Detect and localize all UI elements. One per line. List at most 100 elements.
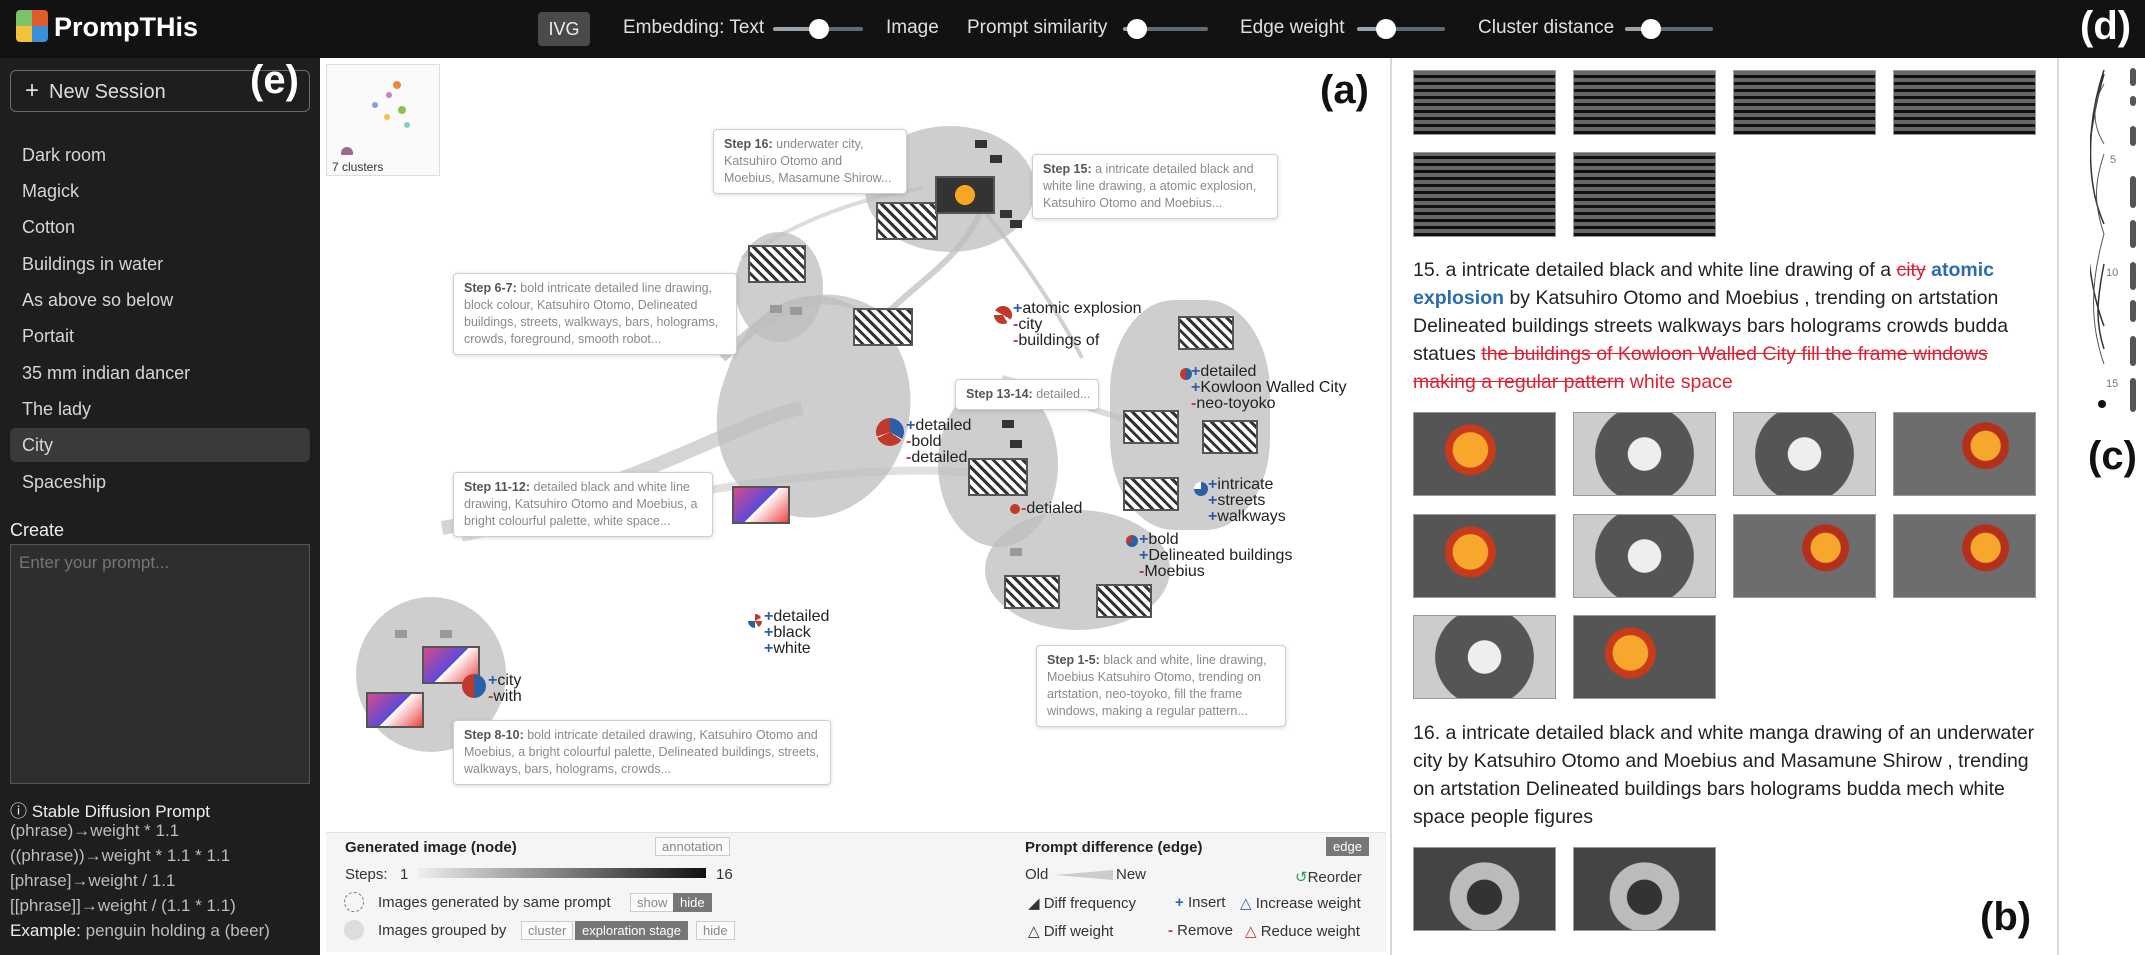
timeline-step-bar[interactable] [2130, 300, 2136, 322]
image-node-small[interactable] [770, 305, 782, 313]
image-node[interactable] [853, 308, 913, 346]
session-item[interactable]: The lady [10, 392, 310, 426]
generated-image[interactable] [1573, 412, 1716, 496]
image-node-small[interactable] [1000, 210, 1012, 218]
diff-phrase: walkways [1217, 508, 1286, 525]
image-node-small[interactable] [395, 630, 407, 638]
generated-image[interactable] [1573, 847, 1716, 931]
image-node-small[interactable] [975, 140, 987, 148]
generated-image[interactable] [1733, 412, 1876, 496]
old-label: Old [1025, 866, 1049, 883]
generated-image[interactable] [1733, 514, 1876, 598]
group-stage-option[interactable]: exploration stage [575, 921, 689, 940]
image-node[interactable] [1004, 575, 1060, 609]
embedding-label: Embedding: Text [623, 17, 765, 38]
prompt-input[interactable] [10, 544, 310, 784]
generated-image[interactable] [1573, 615, 1716, 699]
image-node-small[interactable] [440, 630, 452, 638]
ivg-button[interactable]: IVG [538, 12, 590, 46]
generated-image[interactable] [1733, 70, 1876, 135]
image-node-small[interactable] [1010, 548, 1022, 556]
timeline-step-bar[interactable] [2130, 262, 2136, 290]
diff-phrase: Delineated buildings [1148, 547, 1293, 564]
step-annotation[interactable]: Step 1-5: black and white, line drawing,… [1036, 645, 1286, 727]
image-node-small[interactable] [1010, 440, 1022, 448]
session-item[interactable]: Magick [10, 174, 310, 208]
image-node[interactable] [968, 458, 1028, 496]
image-node[interactable] [732, 486, 790, 524]
image-node[interactable] [1178, 316, 1234, 350]
prompt-similarity-slider[interactable] [1123, 19, 1208, 39]
edge-diff-pie[interactable] [876, 418, 904, 446]
generated-image[interactable] [1413, 847, 1556, 931]
generated-image[interactable] [1893, 412, 2036, 496]
group-hide-option[interactable]: hide [696, 921, 735, 940]
generated-image[interactable] [1573, 152, 1716, 237]
session-item[interactable]: Dark room [10, 138, 310, 172]
annotation-toggle[interactable]: annotation [655, 837, 730, 856]
edge-diff-pie[interactable] [1010, 504, 1020, 514]
session-item[interactable]: Cotton [10, 210, 310, 244]
generated-image[interactable] [1573, 70, 1716, 135]
generated-image[interactable] [1893, 514, 2036, 598]
edge-diff-pie[interactable] [1126, 535, 1138, 547]
step-annotation[interactable]: Step 8-10: bold intricate detailed drawi… [453, 720, 831, 785]
image-node-small[interactable] [790, 307, 802, 315]
timeline-step-bar[interactable] [2130, 96, 2136, 106]
embedding-slider[interactable] [773, 19, 863, 39]
timeline-current-dot[interactable] [2098, 400, 2106, 408]
image-node[interactable] [935, 176, 995, 214]
edge-weight-slider[interactable] [1357, 19, 1445, 39]
edge-diff-pie[interactable] [748, 614, 762, 628]
session-item-active[interactable]: City [10, 428, 310, 462]
image-node[interactable] [1123, 477, 1179, 511]
same-prompt-hide[interactable]: hide [673, 893, 712, 912]
generated-image[interactable] [1413, 615, 1556, 699]
timeline-step-bar[interactable] [2130, 336, 2136, 366]
edge-diff-pie[interactable] [1194, 482, 1208, 496]
cluster-distance-slider[interactable] [1625, 19, 1713, 39]
step-annotation[interactable]: Step 11-12: detailed black and white lin… [453, 472, 713, 537]
step-annotation[interactable]: Step 13-14: detailed... [955, 379, 1099, 410]
group-cluster-option[interactable]: cluster [521, 921, 574, 940]
timeline-step-bar[interactable] [2130, 220, 2136, 248]
diff-phrase: white [773, 640, 811, 657]
session-item[interactable]: As above so below [10, 283, 310, 317]
session-item[interactable]: Portait [10, 319, 310, 353]
diff-phrase: detailed [911, 449, 968, 466]
timeline-step-bar[interactable] [2130, 378, 2136, 412]
timeline-step-bar[interactable] [2130, 126, 2136, 146]
step-annotation[interactable]: Step 6-7: bold intricate detailed line d… [453, 273, 737, 355]
generated-image[interactable] [1413, 152, 1556, 237]
generated-image[interactable] [1413, 514, 1556, 598]
edge-diff-pie[interactable] [994, 306, 1012, 324]
generated-image[interactable] [1413, 412, 1556, 496]
timeline-step-bar[interactable] [2130, 68, 2136, 86]
image-node-small[interactable] [1010, 220, 1022, 228]
image-node-small[interactable] [990, 155, 1002, 163]
image-node[interactable] [876, 202, 938, 240]
step-annotation[interactable]: Step 16: underwater city, Katsuhiro Otom… [713, 129, 907, 194]
generated-image[interactable] [1413, 70, 1556, 135]
generated-image[interactable] [1573, 514, 1716, 598]
removed-phrase: city [1896, 259, 1926, 281]
help-line: (phrase)→weight * 1.1 [10, 821, 180, 840]
session-item[interactable]: Spaceship [10, 465, 310, 499]
image-node[interactable] [748, 245, 806, 283]
edge-toggle[interactable]: edge [1326, 837, 1369, 856]
diff-phrase: black [773, 624, 811, 641]
generated-image[interactable] [1893, 70, 2036, 135]
step-annotation[interactable]: Step 15: a intricate detailed black and … [1032, 154, 1278, 219]
session-item[interactable]: 35 mm indian dancer [10, 356, 310, 390]
image-node-small[interactable] [1002, 420, 1014, 428]
panel-label-d: (d) [2080, 4, 2132, 48]
image-node[interactable] [1202, 420, 1258, 454]
image-label: Image [886, 17, 939, 38]
timeline-step-bar[interactable] [2130, 176, 2136, 208]
edge-diff-pie[interactable] [462, 674, 486, 698]
session-item[interactable]: Buildings in water [10, 247, 310, 281]
image-node[interactable] [366, 692, 424, 728]
image-node[interactable] [1096, 584, 1152, 618]
image-node[interactable] [1123, 410, 1179, 444]
same-prompt-show[interactable]: show [630, 893, 675, 912]
